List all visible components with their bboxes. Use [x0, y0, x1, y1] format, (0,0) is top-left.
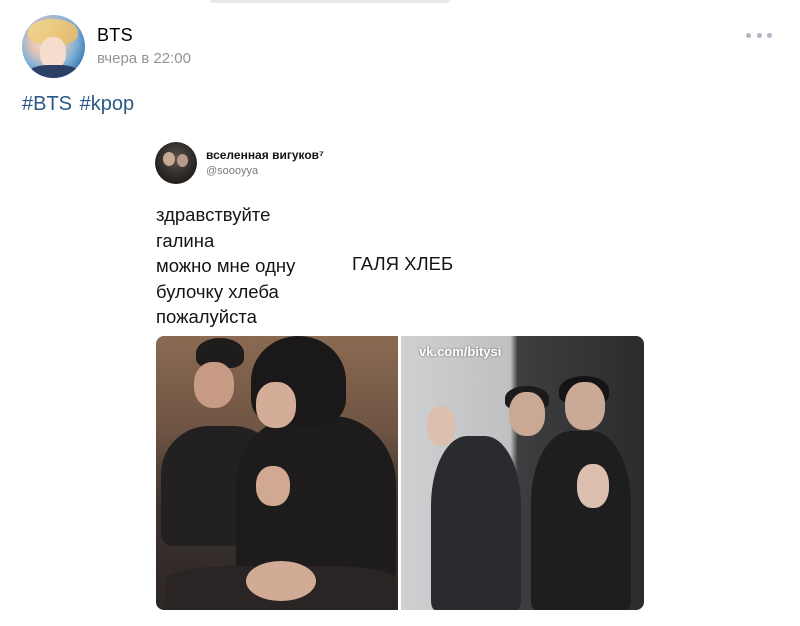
- author-avatar[interactable]: [22, 15, 85, 78]
- hashtag-kpop[interactable]: #kpop: [80, 93, 135, 115]
- photo-left: [156, 336, 398, 610]
- photo-right: vk.com/bitysi: [401, 336, 644, 610]
- tweet-text: здравствуйте галина можно мне одну булоч…: [156, 202, 295, 330]
- tweet-line: пожалуйста: [156, 306, 257, 327]
- more-horizontal-icon[interactable]: [746, 30, 772, 40]
- tweet-reply-text: ГАЛЯ ХЛЕБ: [352, 253, 454, 274]
- tweet-line: здравствуйте: [156, 204, 271, 225]
- tweet-line: галина: [156, 229, 215, 251]
- tweet-line: булочку хлеба: [156, 280, 279, 302]
- top-divider: [210, 0, 450, 3]
- tweet-avatar: [155, 142, 197, 184]
- photo-watermark: vk.com/bitysi: [419, 344, 502, 359]
- author-name[interactable]: BTS: [97, 25, 133, 46]
- post-header: BTS вчера в 22:00: [22, 15, 778, 79]
- tweet-display-name: вселенная вигуков⁷: [206, 148, 325, 162]
- tweet-photos: vk.com/bitysi: [156, 336, 644, 610]
- post-date[interactable]: вчера в 22:00: [97, 50, 191, 67]
- hashtag-bts[interactable]: #BTS: [22, 93, 72, 115]
- tweet-line: можно мне одну: [156, 255, 296, 276]
- post-hashtags: #BTS #kpop: [22, 93, 136, 116]
- tweet-screenshot[interactable]: вселенная вигуков⁷ @soooyya здравствуйте…: [145, 130, 655, 620]
- tweet-handle: @soooyya: [206, 165, 259, 177]
